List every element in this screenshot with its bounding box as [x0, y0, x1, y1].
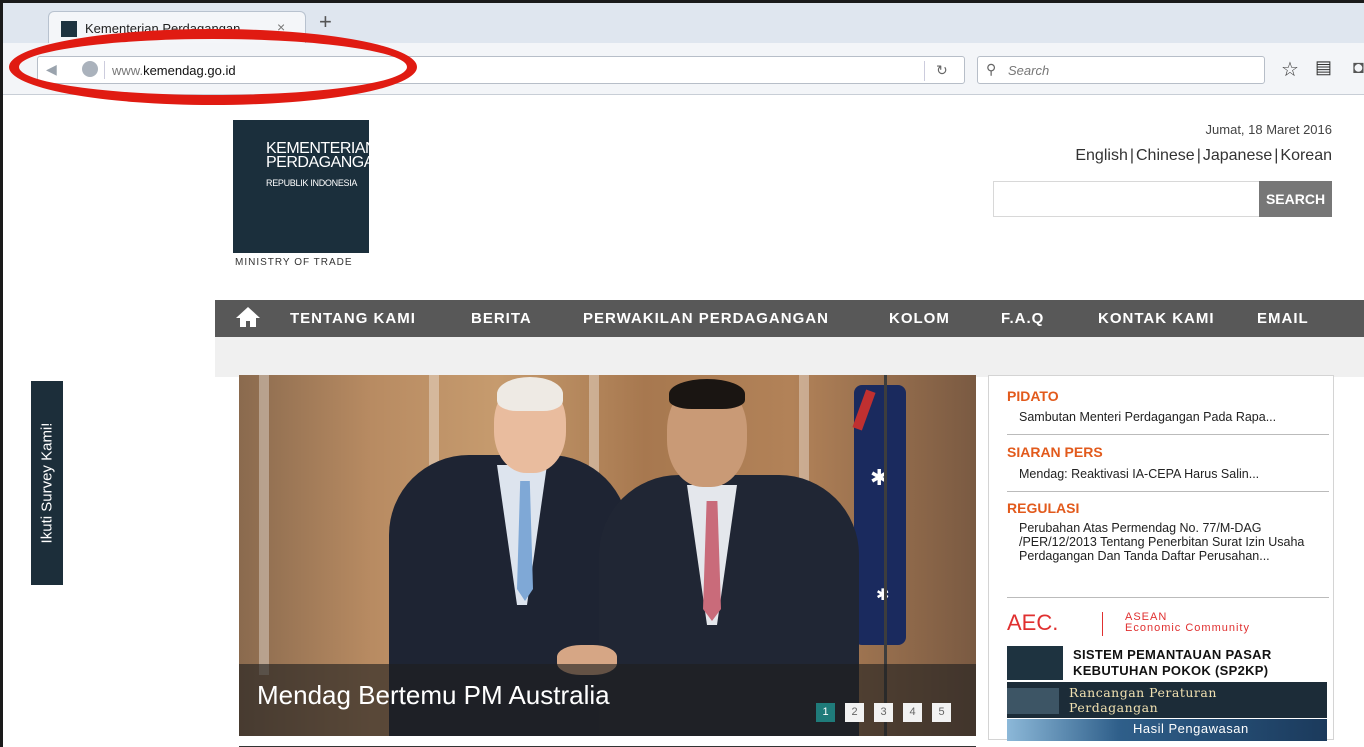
tab-title: Kementerian Perdagangan [85, 21, 241, 36]
browser-tab[interactable]: Kementerian Perdagangan × [48, 11, 306, 45]
lang-korean[interactable]: Korean [1280, 147, 1332, 164]
siaran-pers-link[interactable]: Mendag: Reaktivasi IA-CEPA Harus Salin..… [1019, 467, 1333, 481]
hasil-pengawasan-banner[interactable]: Hasil Pengawasan [1007, 719, 1327, 741]
pidato-link[interactable]: Sambutan Menteri Perdagangan Pada Rapa..… [1019, 410, 1333, 424]
browser-search-bar[interactable]: ⚲ Search [977, 56, 1265, 84]
favicon-icon [61, 21, 77, 37]
lang-separator: | [1274, 147, 1279, 164]
sp2kp-banner[interactable]: SISTEM PEMANTAUAN PASAR KEBUTUHAN POKOK … [1007, 644, 1329, 682]
lang-separator: | [1129, 147, 1134, 164]
url-right-separator [924, 61, 925, 81]
rancangan-line-1: Rancangan Peraturan [1069, 685, 1217, 700]
rancangan-line-2: Perdagangan [1069, 700, 1159, 715]
menu-faq[interactable]: F.A.Q [1001, 310, 1044, 327]
rancangan-logo-icon [1007, 688, 1059, 714]
new-tab-icon[interactable]: + [319, 11, 332, 33]
main-menu: TENTANG KAMI BERITA PERWAKILAN PERDAGANG… [215, 300, 1364, 337]
sp2kp-line-1: SISTEM PEMANTAUAN PASAR [1073, 647, 1272, 662]
wall-panel [259, 375, 269, 675]
lang-japanese[interactable]: Japanese [1203, 147, 1272, 164]
current-date: Jumat, 18 Maret 2016 [1205, 122, 1332, 137]
logo-subtitle: MINISTRY OF TRADE [235, 257, 353, 268]
slider-page-button[interactable]: 1 [816, 703, 835, 722]
globe-icon[interactable] [82, 61, 98, 77]
regulasi-link[interactable]: Perubahan Atas Permendag No. 77/M-DAG /P… [1019, 521, 1319, 563]
lang-separator: | [1196, 147, 1201, 164]
url-text[interactable]: www.kemendag.go.id [112, 63, 236, 78]
aec-logo: AEC. [1007, 610, 1059, 635]
aec-line-2: Economic Community [1125, 622, 1250, 634]
aec-separator [1102, 612, 1103, 636]
menu-perwakilan-perdagangan[interactable]: PERWAKILAN PERDAGANGAN [583, 310, 829, 327]
person-left-hair [497, 377, 563, 411]
slider-page-button[interactable]: 4 [903, 703, 922, 722]
bookmark-star-icon[interactable]: ☆ [1281, 57, 1299, 82]
screenshot-frame: Kementerian Perdagangan × + ◀ www.kemend… [0, 0, 1364, 747]
survey-side-tab[interactable]: Ikuti Survey Kami! [31, 381, 63, 585]
info-sidebar: PIDATO Sambutan Menteri Perdagangan Pada… [988, 375, 1334, 741]
lang-english[interactable]: English [1075, 147, 1127, 164]
divider [1007, 491, 1329, 492]
browser-tabbar: Kementerian Perdagangan × + [3, 3, 1364, 45]
logo-line-2: PERDAGANGAN [266, 154, 385, 171]
sp2kp-line-2: KEBUTUHAN POKOK (SP2KP) [1073, 663, 1269, 678]
rancangan-peraturan-banner[interactable]: Rancangan Peraturan Perdagangan [1007, 682, 1327, 718]
menu-email[interactable]: EMAIL [1257, 310, 1309, 327]
url-prefix: www. [112, 63, 144, 78]
ministry-logo[interactable]: KEMENTERIAN PERDAGANGAN REPUBLIK INDONES… [233, 120, 385, 253]
survey-label: Ikuti Survey Kami! [38, 422, 56, 544]
slide-caption[interactable]: Mendag Bertemu PM Australia [257, 680, 610, 711]
url-domain: kemendag.go.id [143, 63, 236, 78]
slider-page-button[interactable]: 3 [874, 703, 893, 722]
slide-caption-bar: Mendag Bertemu PM Australia [239, 664, 976, 736]
slider-page-button[interactable]: 5 [932, 703, 951, 722]
siaran-pers-heading[interactable]: SIARAN PERS [1007, 444, 1103, 460]
menu-kontak-kami[interactable]: KONTAK KAMI [1098, 310, 1215, 327]
gray-band [215, 337, 1364, 377]
search-placeholder: Search [1008, 63, 1050, 78]
site-search-button[interactable]: SEARCH [1259, 181, 1332, 217]
home-icon[interactable] [235, 306, 261, 328]
hasil-pengawasan-label: Hasil Pengawasan [1133, 721, 1249, 736]
menu-berita[interactable]: BERITA [471, 310, 532, 327]
slider-page-button[interactable]: 2 [845, 703, 864, 722]
search-icon: ⚲ [986, 61, 997, 77]
url-separator [104, 61, 105, 79]
reload-icon[interactable]: ↻ [936, 62, 948, 79]
web-page: KEMENTERIAN PERDAGANGAN REPUBLIK INDONES… [215, 95, 1364, 747]
news-slider[interactable]: ✱ ✱ Mendag Bertemu PM Australia 1 2 3 4 … [239, 375, 976, 736]
pocket-icon[interactable]: ◘ [1353, 57, 1364, 78]
pidato-heading[interactable]: PIDATO [1007, 388, 1059, 404]
aec-banner[interactable]: AEC. ASEAN Economic Community [1007, 610, 1329, 640]
menu-kolom[interactable]: KOLOM [889, 310, 950, 327]
regulasi-heading[interactable]: REGULASI [1007, 500, 1079, 516]
browser-navbar: ◀ www.kemendag.go.id ↻ ⚲ Search ☆ ▤ ◘ [3, 43, 1364, 95]
flag-star: ✱ [876, 587, 890, 604]
sp2kp-logo-icon [1007, 646, 1063, 680]
language-links: English | Chinese | Japanese | Korean [1075, 147, 1332, 165]
close-tab-icon[interactable]: × [277, 19, 285, 35]
back-icon[interactable]: ◀ [46, 61, 57, 78]
person-right-hair [669, 379, 745, 409]
divider [1007, 597, 1329, 598]
url-bar[interactable]: ◀ www.kemendag.go.id ↻ [37, 56, 965, 84]
divider [1007, 434, 1329, 435]
bookmarks-list-icon[interactable]: ▤ [1315, 57, 1332, 78]
lang-chinese[interactable]: Chinese [1136, 147, 1195, 164]
menu-tentang-kami[interactable]: TENTANG KAMI [290, 310, 416, 327]
site-search-input[interactable] [993, 181, 1261, 217]
logo-line-3: REPUBLIK INDONESIA [266, 178, 358, 188]
